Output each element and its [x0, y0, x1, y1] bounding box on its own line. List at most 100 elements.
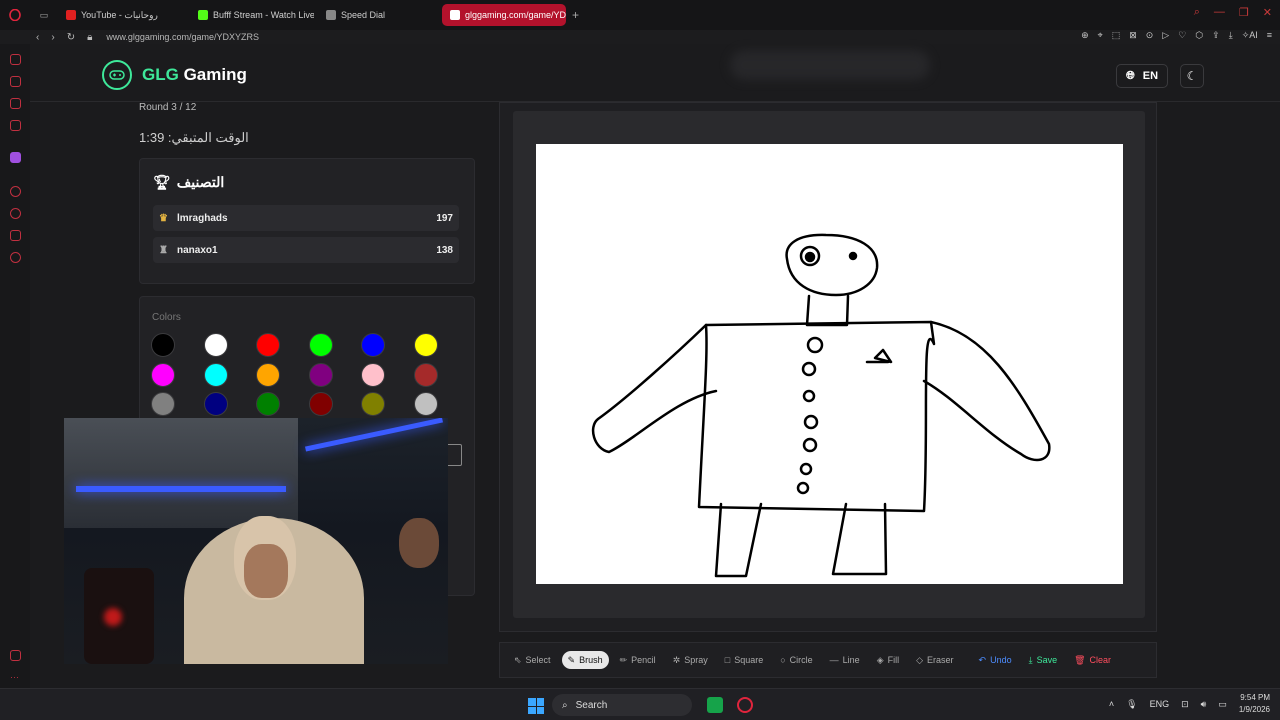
- chevron-up-icon[interactable]: ˄: [1109, 699, 1114, 709]
- undo-button[interactable]: ↶ Undo: [973, 651, 1018, 669]
- gx-icon[interactable]: [10, 650, 21, 661]
- speed-dial-icon: [326, 10, 336, 20]
- site-logo[interactable]: GLG Gaming: [102, 60, 247, 90]
- menu-icon[interactable]: ≡: [1267, 30, 1272, 41]
- settings-icon[interactable]: [10, 252, 21, 263]
- square-tool-button[interactable]: □ Square: [719, 651, 769, 669]
- color-swatch[interactable]: [203, 392, 228, 416]
- extensions-sidebar-icon[interactable]: [10, 230, 21, 241]
- language-label: EN: [1142, 70, 1159, 82]
- messenger-icon[interactable]: [10, 98, 21, 109]
- eraser-tool-button[interactable]: ◇ Eraser: [910, 651, 959, 669]
- play-icon[interactable]: ▷: [1162, 30, 1169, 41]
- color-swatch[interactable]: [308, 333, 333, 357]
- theme-toggle-button[interactable]: ☾: [1180, 64, 1204, 88]
- tab-speed-dial[interactable]: Speed Dial: [318, 4, 438, 26]
- tab-menu-icon[interactable]: ▭: [30, 10, 58, 21]
- windows-start-icon[interactable]: [528, 698, 544, 714]
- tab-glggaming[interactable]: glggaming.com/game/YD ✕: [442, 4, 566, 26]
- crypto-icon[interactable]: [10, 76, 21, 87]
- site-name-accent: GLG: [142, 65, 179, 84]
- ranking-card: 🏆︎ التصنيف ♛ lmraghads 197 ♜ nanaxo1 138: [139, 158, 475, 284]
- color-swatch[interactable]: [414, 392, 438, 416]
- back-icon[interactable]: ‹: [36, 32, 39, 43]
- site-name: GLG Gaming: [142, 65, 247, 85]
- trophy-icon: ♜: [159, 244, 168, 256]
- microphone-icon[interactable]: 🎙︎: [1126, 699, 1137, 710]
- pencil-tool-button[interactable]: ✏︎ Pencil: [614, 651, 662, 669]
- color-swatch[interactable]: [151, 333, 175, 357]
- taskbar-search[interactable]: ⌕ Search: [552, 694, 692, 716]
- clear-button[interactable]: 🗑︎ Clear: [1068, 651, 1117, 669]
- url-field[interactable]: www.glggaming.com/game/YDXYZRS: [106, 32, 259, 42]
- drawing: [591, 233, 1051, 578]
- fill-tool-button[interactable]: ◈ Fill: [871, 651, 905, 669]
- search-icon: ⌕: [562, 699, 568, 711]
- line-icon: —: [829, 655, 839, 665]
- aria-icon[interactable]: [10, 54, 21, 65]
- color-swatch[interactable]: [151, 392, 175, 416]
- circle-tool-button[interactable]: ○ Circle: [774, 651, 818, 669]
- brush-icon: ✎: [567, 654, 576, 665]
- share-icon[interactable]: ⇪: [1212, 30, 1220, 41]
- player-icon[interactable]: [10, 186, 21, 197]
- select-tool-button[interactable]: ⇖ Select: [508, 651, 557, 669]
- webcam-streamer-face: [244, 544, 288, 598]
- adblock-icon[interactable]: ⊠: [1129, 30, 1137, 41]
- size-slider-handle[interactable]: [446, 444, 462, 466]
- language-button[interactable]: 🌐︎ EN: [1116, 64, 1168, 88]
- mail-icon[interactable]: [10, 120, 21, 131]
- save-button[interactable]: ⤓ Save: [1023, 651, 1064, 669]
- color-swatch[interactable]: [361, 392, 386, 416]
- minimize-icon[interactable]: —: [1214, 6, 1225, 19]
- color-swatch[interactable]: [256, 362, 281, 387]
- opera-logo-icon[interactable]: [0, 9, 30, 21]
- line-tool-button[interactable]: — Line: [824, 651, 866, 669]
- kick-icon: [198, 10, 208, 20]
- extensions-icon[interactable]: ⬡: [1195, 30, 1203, 41]
- color-swatch[interactable]: [361, 333, 386, 357]
- history-icon[interactable]: [10, 208, 21, 219]
- color-swatch[interactable]: [203, 362, 228, 387]
- volume-icon[interactable]: 🔊︎: [1201, 699, 1207, 710]
- undo-icon: ↶: [978, 654, 987, 665]
- color-swatch[interactable]: [256, 333, 281, 357]
- heart-icon[interactable]: ♡: [1178, 30, 1186, 41]
- app-icon[interactable]: [707, 697, 723, 713]
- network-icon[interactable]: ⊡: [1181, 699, 1189, 710]
- color-swatch[interactable]: [308, 392, 333, 416]
- new-tab-icon[interactable]: +: [572, 8, 579, 22]
- clock[interactable]: 9:54 PM 1/9/2026: [1239, 692, 1270, 716]
- color-swatch[interactable]: [308, 362, 333, 387]
- color-swatch[interactable]: [414, 333, 438, 357]
- battery-icon[interactable]: ▭: [1218, 699, 1227, 710]
- browser-sidebar: ···: [0, 44, 30, 688]
- youtube-icon: [66, 10, 76, 20]
- more-icon[interactable]: ···: [10, 672, 19, 682]
- download-icon[interactable]: ⤓: [1229, 30, 1233, 41]
- language-indicator[interactable]: ENG: [1150, 699, 1170, 709]
- tab-bufff[interactable]: Bufff Stream - Watch Live: [190, 4, 314, 26]
- color-swatch[interactable]: [256, 392, 281, 416]
- vpn-icon[interactable]: ⊙: [1146, 30, 1154, 41]
- tab-youtube[interactable]: YouTube - روحانيات: [58, 4, 186, 26]
- drawing-canvas[interactable]: [536, 144, 1123, 584]
- reload-icon[interactable]: ↻: [67, 32, 75, 43]
- opera-gx-icon[interactable]: [737, 697, 753, 713]
- color-swatch[interactable]: [361, 362, 386, 387]
- spray-tool-button[interactable]: ✲ Spray: [667, 651, 714, 669]
- close-window-icon[interactable]: ✕: [1263, 6, 1272, 19]
- forward-icon[interactable]: ›: [51, 32, 54, 43]
- color-swatch[interactable]: [203, 333, 228, 357]
- search-tabs-icon[interactable]: ⌕: [1194, 6, 1200, 19]
- snapshot-icon[interactable]: ⬚: [1112, 30, 1121, 41]
- zoom-icon[interactable]: ⊕: [1081, 30, 1089, 41]
- ai-icon[interactable]: ✧AI: [1242, 30, 1258, 41]
- site-name-rest: Gaming: [178, 65, 247, 84]
- pin-icon[interactable]: ⌖: [1098, 30, 1103, 41]
- maximize-icon[interactable]: ❐: [1239, 6, 1249, 19]
- color-swatch[interactable]: [414, 362, 438, 387]
- brush-tool-button[interactable]: ✎ Brush: [561, 651, 609, 669]
- color-swatch[interactable]: [151, 362, 175, 387]
- twitch-icon[interactable]: [10, 152, 21, 163]
